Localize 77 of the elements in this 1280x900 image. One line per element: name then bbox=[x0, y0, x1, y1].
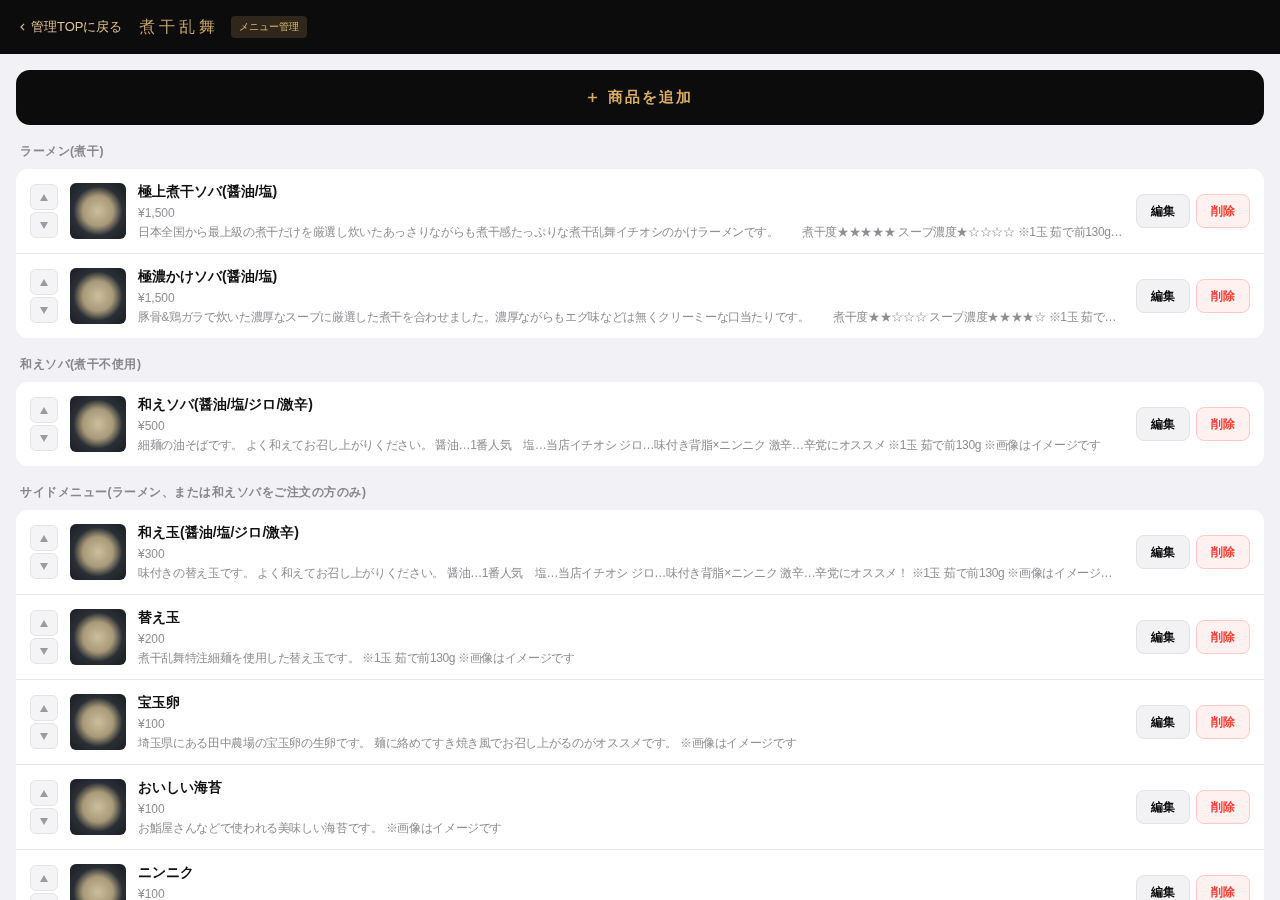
item-price: ¥100 bbox=[138, 718, 166, 730]
triangle-down-icon bbox=[40, 434, 48, 442]
item-name: 和え玉(醤油/塩/ジロ/激辛) bbox=[138, 523, 300, 542]
item-description: 埼玉県にある田中農場の宝玉卵の生卵です。 麺に絡めてすき焼き風でお召し上がるのがオススメです。 ※画像はイメージです bbox=[138, 735, 798, 752]
move-down-button[interactable] bbox=[30, 297, 58, 323]
photo-placeholder bbox=[70, 396, 126, 452]
page-badge: メニュー管理 bbox=[230, 16, 307, 38]
item-description: 日本全国から最上級の煮干だけを厳選し炊いたあっさりながらも煮干感たっぷりな煮干乱舞イチオシのかけラーメンです。 煮干度★★★★★ スープ濃度★☆☆☆☆ ※1玉 茹で前130g… bbox=[138, 224, 1124, 241]
item-price: ¥1,500 bbox=[138, 207, 176, 219]
photo-placeholder bbox=[70, 694, 126, 750]
photo-placeholder bbox=[70, 779, 126, 835]
photo-placeholder bbox=[70, 609, 126, 665]
move-up-button[interactable] bbox=[30, 269, 58, 295]
item-name: おいしい海苔 bbox=[138, 778, 223, 797]
triangle-up-icon bbox=[40, 193, 48, 201]
item-price: ¥500 bbox=[138, 420, 166, 432]
item-description: 細麺の油そばです。 よく和えてお召し上がりください。 醤油…1番人気 塩…当店イチオシ ジロ…味付き背脂×ニンニク 激辛…辛党にオススメ ※1玉 茹で前130g ※画像はイメージです bbox=[138, 437, 1102, 454]
edit-button[interactable]: 編集 bbox=[1136, 790, 1190, 824]
plus-icon bbox=[587, 92, 598, 103]
triangle-up-icon bbox=[40, 874, 48, 882]
move-up-button[interactable] bbox=[30, 184, 58, 210]
triangle-down-icon bbox=[40, 562, 48, 570]
move-down-button[interactable] bbox=[30, 638, 58, 664]
edit-button[interactable]: 編集 bbox=[1136, 279, 1190, 313]
move-up-button[interactable] bbox=[30, 780, 58, 806]
edit-button[interactable]: 編集 bbox=[1136, 407, 1190, 441]
triangle-up-icon bbox=[40, 534, 48, 542]
move-up-button[interactable] bbox=[30, 610, 58, 636]
photo-placeholder bbox=[70, 183, 126, 239]
edit-button[interactable]: 編集 bbox=[1136, 705, 1190, 739]
item-description: 煮干乱舞特注細麺を使用した替え玉です。 ※1玉 茹で前130g ※画像はイメージです bbox=[138, 650, 576, 667]
item-description: 味付きの替え玉です。 よく和えてお召し上がりください。 醤油…1番人気 塩…当店イチオシ ジロ…味付き背脂×ニンニク 激辛…辛党にオススメ！ ※1玉 茹で前130g ※画像はイメージ… bbox=[138, 565, 1114, 582]
item-price: ¥300 bbox=[138, 548, 166, 560]
back-link[interactable]: 管理TOPに戻る bbox=[20, 18, 123, 36]
edit-button[interactable]: 編集 bbox=[1136, 875, 1190, 900]
section-title: サイドメニュー(ラーメン、または和えソバをご注文の方のみ) bbox=[19, 484, 368, 501]
edit-button[interactable]: 編集 bbox=[1136, 535, 1190, 569]
section-title: 和えソバ(煮干不使用) bbox=[19, 356, 143, 373]
move-up-button[interactable] bbox=[30, 865, 58, 891]
item-name: 宝玉卵 bbox=[138, 693, 181, 712]
triangle-up-icon bbox=[40, 278, 48, 286]
item-name: 極濃かけソバ(醤油/塩) bbox=[138, 267, 279, 286]
item-name: 替え玉 bbox=[138, 608, 181, 627]
add-product-button[interactable]: 商品を追加 bbox=[16, 70, 1264, 125]
move-up-button[interactable] bbox=[30, 397, 58, 423]
item-name: ニンニク bbox=[138, 863, 195, 882]
move-down-button[interactable] bbox=[30, 425, 58, 451]
photo-placeholder bbox=[70, 268, 126, 324]
item-name: 極上煮干ソバ(醤油/塩) bbox=[138, 182, 279, 201]
triangle-down-icon bbox=[40, 732, 48, 740]
triangle-down-icon bbox=[40, 817, 48, 825]
edit-button[interactable]: 編集 bbox=[1136, 194, 1190, 228]
item-description: 豚骨&鶏ガラで炊いた濃厚なスープに厳選した煮干を合わせました。濃厚ながらもエグ味などは無くクリーミーな口当たりです。 煮干度★★☆☆☆ スープ濃度★★★★☆ ※1玉 茹で… bbox=[138, 309, 1118, 326]
edit-button[interactable]: 編集 bbox=[1136, 620, 1190, 654]
item-price: ¥100 bbox=[138, 888, 166, 900]
move-down-button[interactable] bbox=[30, 553, 58, 579]
item-price: ¥200 bbox=[138, 633, 166, 645]
chevron-left-icon bbox=[20, 23, 25, 31]
triangle-up-icon bbox=[40, 704, 48, 712]
move-up-button[interactable] bbox=[30, 695, 58, 721]
move-up-button[interactable] bbox=[30, 525, 58, 551]
item-price: ¥100 bbox=[138, 803, 166, 815]
triangle-down-icon bbox=[40, 306, 48, 314]
item-price: ¥1,500 bbox=[138, 292, 176, 304]
triangle-up-icon bbox=[40, 406, 48, 414]
item-description: お鮨屋さんなどで使われる美味しい海苔です。 ※画像はイメージです bbox=[138, 820, 504, 837]
triangle-down-icon bbox=[40, 647, 48, 655]
move-down-button[interactable] bbox=[30, 212, 58, 238]
triangle-up-icon bbox=[40, 619, 48, 627]
triangle-down-icon bbox=[40, 221, 48, 229]
section-title: ラーメン(煮干) bbox=[19, 143, 105, 160]
logo-text: 煮干乱舞 bbox=[138, 16, 219, 38]
triangle-up-icon bbox=[40, 789, 48, 797]
item-name: 和えソバ(醤油/塩/ジロ/激辛) bbox=[138, 395, 314, 414]
move-down-button[interactable] bbox=[30, 808, 58, 834]
photo-placeholder bbox=[70, 524, 126, 580]
move-down-button[interactable] bbox=[30, 723, 58, 749]
